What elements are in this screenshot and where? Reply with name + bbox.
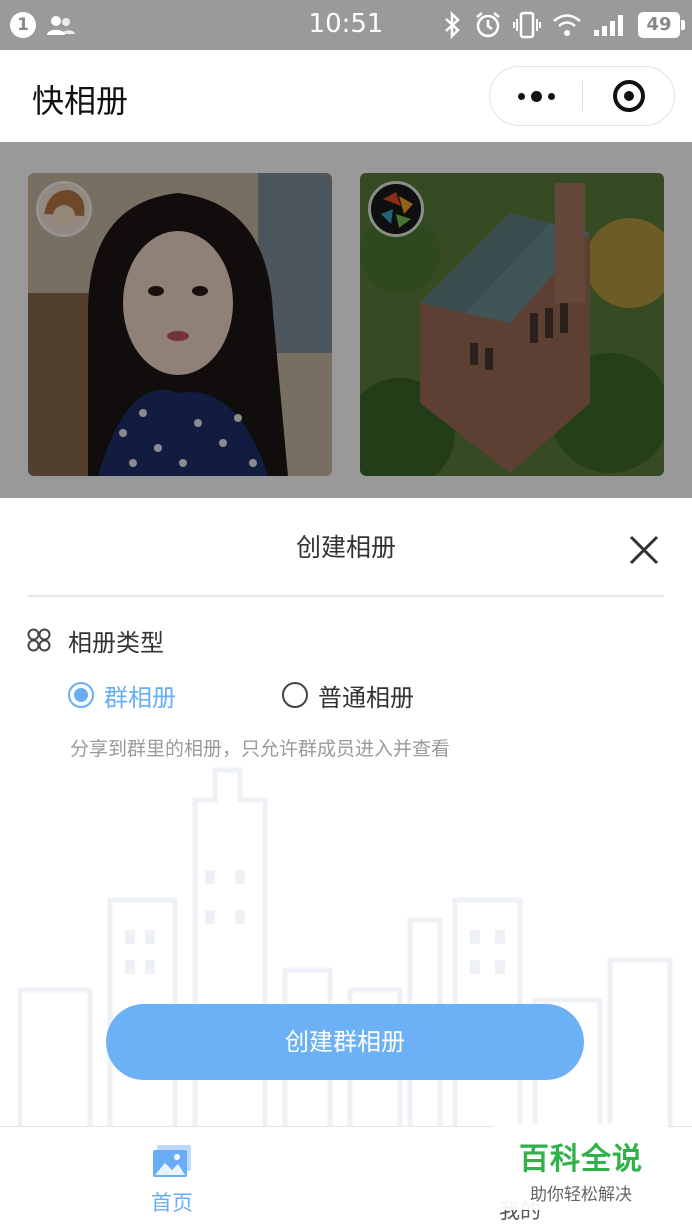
- page-title: 快相册: [32, 82, 129, 120]
- sheet-title: 创建相册: [295, 533, 396, 562]
- status-icons: 49: [442, 10, 685, 40]
- radio-normal-album[interactable]: 普通相册: [282, 678, 414, 712]
- watermark-title: 百科全说: [519, 1142, 643, 1177]
- radio-unselected-icon[interactable]: [282, 682, 308, 708]
- alarm-icon: [476, 12, 500, 38]
- dot: [547, 92, 555, 100]
- dot: [517, 92, 525, 100]
- battery-icon: 49: [638, 12, 685, 38]
- close-icon[interactable]: [624, 530, 664, 570]
- dot: [530, 90, 542, 102]
- tab-home[interactable]: 首页: [122, 1143, 222, 1223]
- normal-album-label: 普通相册: [318, 683, 414, 712]
- miniprogram-capsule: [489, 66, 675, 126]
- modal-overlay[interactable]: [0, 142, 692, 500]
- nav-bar: 快相册: [0, 50, 692, 142]
- signal-icon: [594, 15, 623, 36]
- album-type-row: 相册类型: [26, 624, 164, 657]
- group-album-label: 群相册: [104, 683, 176, 712]
- status-bar: 1 10:51 49: [0, 0, 692, 50]
- close-ring: [613, 80, 645, 112]
- picture-icon: [153, 1145, 191, 1177]
- more-dots-icon[interactable]: [490, 67, 582, 125]
- vibrate-icon: [513, 11, 541, 39]
- radio-group-album[interactable]: 群相册: [68, 678, 176, 712]
- album-type-label: 相册类型: [68, 628, 164, 657]
- target-close-icon[interactable]: [583, 67, 675, 125]
- create-group-album-button[interactable]: 创建群相册: [106, 1004, 584, 1080]
- watermark-subtitle: 助你轻松解决: [530, 1185, 632, 1205]
- wifi-icon: [553, 14, 581, 36]
- divider: [28, 595, 664, 597]
- watermark-logo: 百科全说 助你轻松解决: [494, 1124, 668, 1210]
- radio-selected-icon[interactable]: [68, 682, 94, 708]
- radio-dot: [74, 688, 88, 702]
- create-album-sheet: 创建相册 相册类型 群相册 普通相册 分享到群里的相册，只允许群成员进入并查看 …: [0, 498, 692, 1126]
- close-core: [624, 91, 634, 101]
- tab-home-label: 首页: [151, 1191, 193, 1215]
- bluetooth-icon: [445, 11, 460, 39]
- album-type-description: 分享到群里的相册，只允许群成员进入并查看: [70, 738, 451, 760]
- clover-icon: [27, 628, 51, 652]
